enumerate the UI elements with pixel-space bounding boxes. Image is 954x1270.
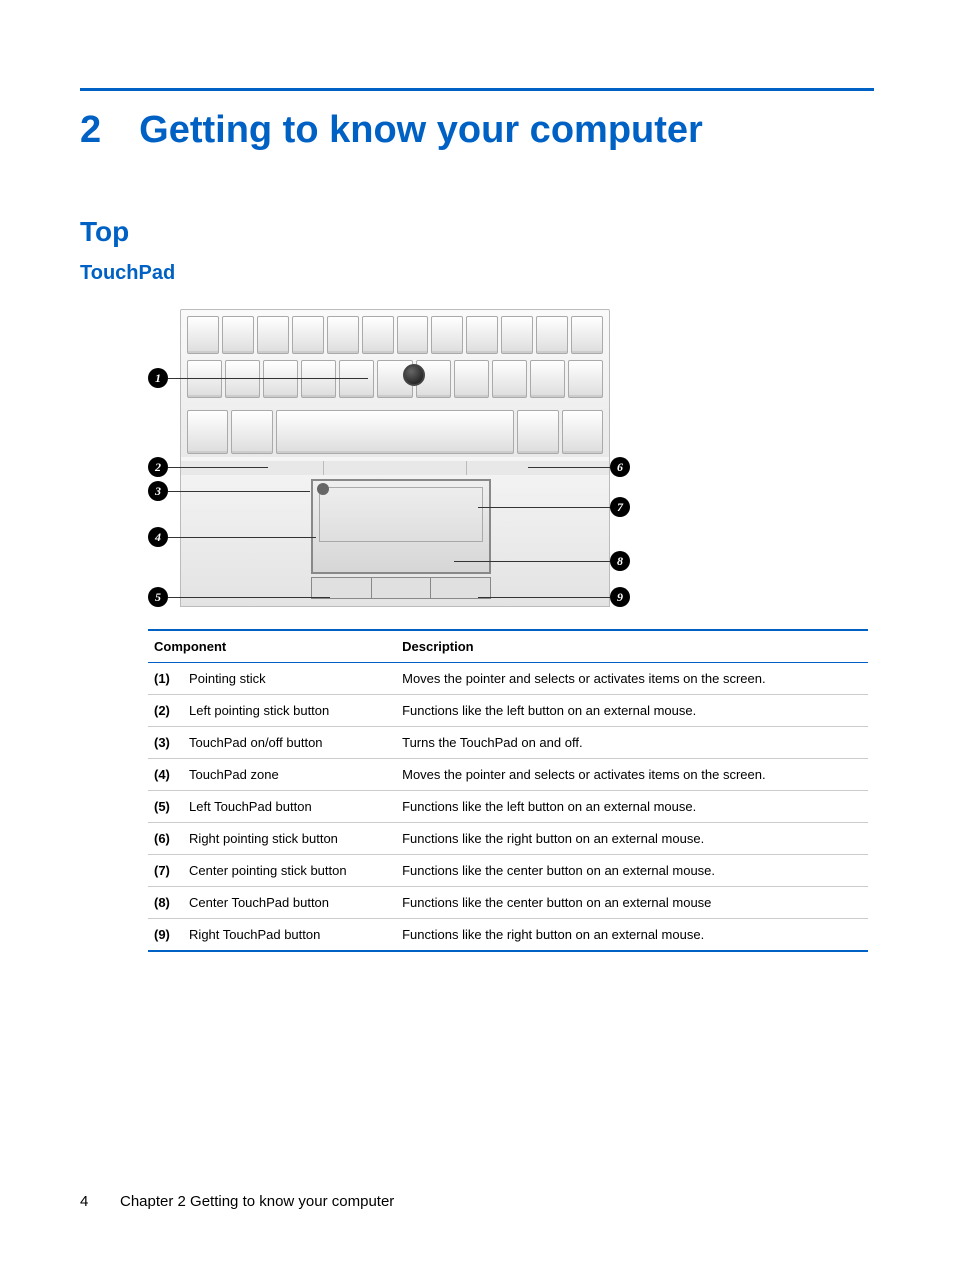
chapter-title: Getting to know your computer — [139, 109, 703, 152]
chapter-heading: 2 Getting to know your computer — [80, 109, 874, 152]
page-number: 4 — [80, 1193, 100, 1210]
table-row: (4)TouchPad zoneMoves the pointer and se… — [148, 759, 868, 791]
touchpad-diagram: 1 2 3 4 5 6 7 8 9 — [148, 309, 874, 609]
callout-9: 9 — [610, 587, 630, 607]
keyboard-illustration — [180, 309, 610, 459]
section-touchpad: TouchPad — [80, 262, 874, 285]
table-row: (3)TouchPad on/off buttonTurns the Touch… — [148, 727, 868, 759]
chapter-number: 2 — [80, 109, 101, 152]
table-row: (2)Left pointing stick buttonFunctions l… — [148, 695, 868, 727]
table-row: (1)Pointing stickMoves the pointer and s… — [148, 663, 868, 695]
page-footer: 4 Chapter 2 Getting to know your compute… — [80, 1193, 394, 1210]
callout-6: 6 — [610, 457, 630, 477]
table-body: (1)Pointing stickMoves the pointer and s… — [148, 663, 868, 952]
top-rule — [80, 88, 874, 91]
callout-2: 2 — [148, 457, 168, 477]
component-table: Component Description (1)Pointing stickM… — [148, 629, 868, 952]
callout-4: 4 — [148, 527, 168, 547]
table-row: (5)Left TouchPad buttonFunctions like th… — [148, 791, 868, 823]
th-description: Description — [396, 630, 868, 663]
pointing-stick-icon — [403, 364, 425, 386]
palmrest-illustration — [180, 457, 610, 607]
th-component: Component — [148, 630, 396, 663]
table-row: (8)Center TouchPad buttonFunctions like … — [148, 887, 868, 919]
callout-5: 5 — [148, 587, 168, 607]
table-row: (9)Right TouchPad buttonFunctions like t… — [148, 919, 868, 952]
callout-8: 8 — [610, 551, 630, 571]
footer-text: Chapter 2 Getting to know your computer — [120, 1193, 394, 1210]
section-top: Top — [80, 216, 874, 248]
callout-1: 1 — [148, 368, 168, 388]
callout-3: 3 — [148, 481, 168, 501]
callout-7: 7 — [610, 497, 630, 517]
table-row: (6)Right pointing stick buttonFunctions … — [148, 823, 868, 855]
table-row: (7)Center pointing stick buttonFunctions… — [148, 855, 868, 887]
